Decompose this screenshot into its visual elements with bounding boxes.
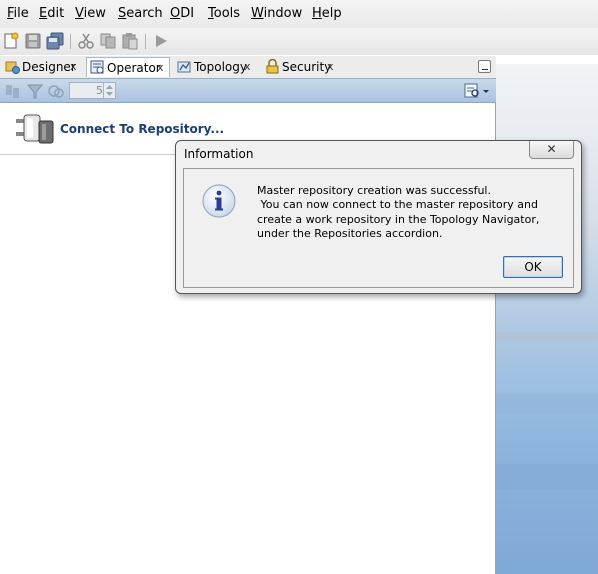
plug-icon bbox=[16, 113, 56, 147]
search-menu-icon[interactable] bbox=[463, 82, 491, 100]
tab-topology[interactable]: Topology x bbox=[174, 57, 258, 77]
tab-close-designer[interactable]: x bbox=[70, 57, 77, 77]
menu-odi[interactable]: ODI bbox=[170, 6, 194, 21]
information-dialog: Information ✕ Master repository creation… bbox=[175, 140, 582, 294]
menu-edit[interactable]: Edit bbox=[39, 6, 64, 21]
run-icon[interactable] bbox=[152, 32, 170, 50]
main-toolbar bbox=[0, 28, 598, 55]
cut-icon[interactable] bbox=[77, 32, 95, 50]
operator-toolbar: 5 bbox=[0, 78, 496, 103]
sessions-icon[interactable] bbox=[47, 82, 65, 100]
menu-file[interactable]: File bbox=[7, 6, 29, 21]
tab-close-operator[interactable]: x bbox=[157, 58, 164, 78]
designer-icon bbox=[5, 59, 20, 74]
close-icon: ✕ bbox=[546, 142, 557, 156]
save-icon[interactable] bbox=[24, 32, 42, 50]
navigator-tab-bar: Designer x Operator x Topology x Securit… bbox=[0, 56, 496, 78]
copy-icon[interactable] bbox=[99, 32, 117, 50]
menu-window[interactable]: Window bbox=[251, 6, 302, 21]
operator-icon bbox=[90, 60, 105, 75]
tab-close-security[interactable]: x bbox=[327, 57, 334, 77]
menu-bar: File Edit View Search ODI Tools Window H… bbox=[0, 0, 598, 28]
save-all-icon[interactable] bbox=[46, 32, 64, 50]
tab-operator[interactable]: Operator x bbox=[86, 57, 170, 77]
new-icon[interactable] bbox=[2, 32, 20, 50]
tab-security[interactable]: Security x bbox=[262, 57, 346, 77]
minimize-panel-button[interactable] bbox=[478, 60, 491, 73]
menu-tools[interactable]: Tools bbox=[208, 6, 240, 21]
menu-help[interactable]: Help bbox=[312, 6, 342, 21]
security-icon bbox=[265, 58, 280, 74]
dialog-message: Master repository creation was successfu… bbox=[257, 184, 540, 240]
menu-view[interactable]: View bbox=[75, 6, 106, 21]
tab-close-topology[interactable]: x bbox=[244, 57, 251, 77]
refresh-icon[interactable] bbox=[4, 82, 22, 100]
spinner-arrows[interactable] bbox=[103, 83, 115, 98]
tab-designer[interactable]: Designer x bbox=[2, 57, 84, 77]
dialog-title: Information bbox=[184, 147, 254, 161]
paste-icon[interactable] bbox=[121, 32, 139, 50]
toolbar-separator bbox=[70, 34, 71, 49]
info-icon bbox=[201, 183, 237, 219]
session-count-spinner[interactable]: 5 bbox=[69, 82, 116, 99]
toolbar-separator bbox=[145, 34, 146, 49]
topology-icon bbox=[177, 59, 192, 74]
dialog-close-button[interactable]: ✕ bbox=[529, 141, 574, 159]
filter-icon[interactable] bbox=[26, 82, 44, 100]
dialog-body: Master repository creation was successfu… bbox=[183, 168, 574, 288]
menu-search[interactable]: Search bbox=[118, 6, 163, 21]
ok-button[interactable]: OK bbox=[503, 256, 563, 278]
connect-to-repository-label[interactable]: Connect To Repository... bbox=[60, 122, 224, 136]
